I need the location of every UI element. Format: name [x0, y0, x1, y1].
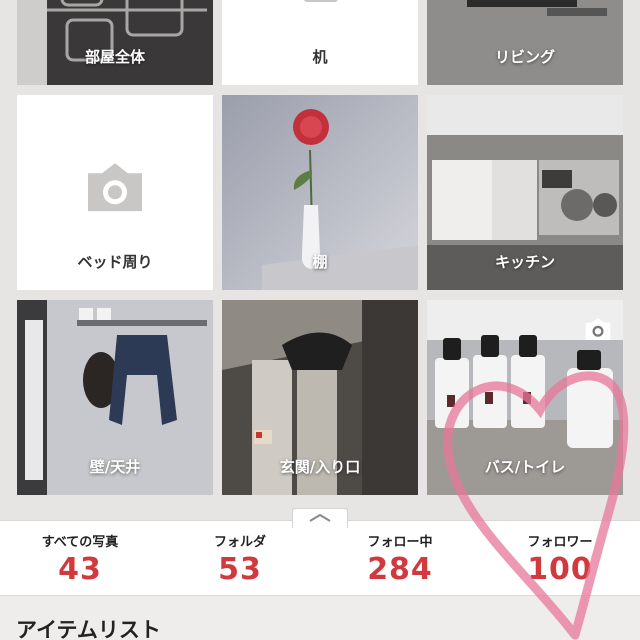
folder-tile-shelf[interactable]: 棚: [222, 95, 418, 290]
stat-value: 43: [58, 552, 102, 587]
section-title: アイテムリスト: [16, 618, 161, 640]
camera-icon: [304, 0, 338, 2]
living-photo: [427, 0, 623, 85]
stat-label: フォロワー: [527, 535, 593, 550]
stat-folders[interactable]: フォルダ 53: [160, 521, 320, 595]
stat-label: フォロー中: [367, 535, 433, 550]
stat-followers[interactable]: フォロワー 100: [480, 521, 640, 595]
folder-grid: 部屋全体 机 リビング ベッド周り 棚 キッチン 壁/天井 玄関/入り口 バス/…: [0, 0, 640, 520]
folder-tile-bath[interactable]: バス/トイレ: [427, 300, 623, 495]
folder-label: 玄関/入り口: [279, 458, 361, 476]
folder-label: ベッド周り: [77, 253, 153, 271]
item-list-header: アイテムリスト: [0, 595, 640, 640]
stat-following[interactable]: フォロー中 284: [320, 521, 480, 595]
profile-stats: すべての写真 43 フォルダ 53 フォロー中 284 フォロワー 100: [0, 520, 640, 595]
stat-value: 53: [218, 552, 262, 587]
folder-tile-desk[interactable]: 机: [222, 0, 418, 85]
collapse-handle[interactable]: [292, 508, 348, 528]
folder-label: 棚: [312, 253, 328, 271]
folder-label: 壁/天井: [89, 458, 141, 476]
stat-value: 284: [367, 552, 433, 587]
camera-icon: [88, 162, 142, 211]
folder-tile-entrance[interactable]: 玄関/入り口: [222, 300, 418, 495]
stat-all-photos[interactable]: すべての写真 43: [0, 521, 160, 595]
folder-tile-wall[interactable]: 壁/天井: [17, 300, 213, 495]
folder-label: 部屋全体: [84, 48, 145, 66]
stat-value: 100: [527, 552, 593, 587]
folder-tile-bed[interactable]: ベッド周り: [17, 95, 213, 290]
camera-icon: [585, 318, 611, 340]
stat-label: フォルダ: [213, 535, 266, 550]
folder-label: リビング: [494, 48, 555, 66]
folder-tile-living[interactable]: リビング: [427, 0, 623, 85]
folder-tile-kitchen[interactable]: キッチン: [427, 95, 623, 290]
chevron-up-icon: [309, 514, 331, 522]
folder-label: 机: [312, 48, 328, 66]
folder-label: バス/トイレ: [484, 458, 566, 476]
folder-tile-room[interactable]: 部屋全体: [17, 0, 213, 85]
room-photo: [17, 0, 213, 85]
stat-label: すべての写真: [41, 535, 119, 550]
folder-label: キッチン: [494, 253, 555, 271]
